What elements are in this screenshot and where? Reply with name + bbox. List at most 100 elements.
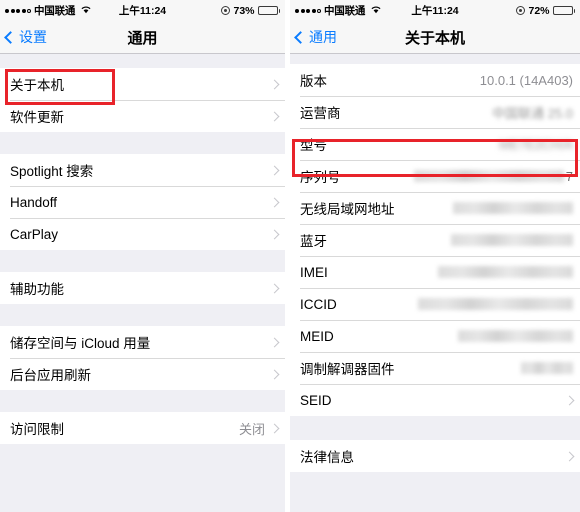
row-无线局域网地址[interactable]: 无线局域网地址	[290, 192, 580, 224]
redaction-bar	[413, 170, 564, 182]
chevron-left-icon	[294, 30, 307, 44]
screenshot-stage: 中国联通 上午11:24 73% 设置 通用 关于本机 软件更新 Spotlig…	[0, 0, 580, 512]
row-accessory	[458, 330, 573, 342]
redaction-bar	[521, 362, 573, 374]
row-辅助功能[interactable]: 辅助功能	[0, 272, 285, 304]
row-accessory: ME7E2CH/A	[499, 137, 573, 152]
left-battery-percent: 73%	[233, 4, 255, 17]
section-gap	[0, 304, 285, 326]
row-label: 运营商	[300, 106, 341, 121]
redaction-bar	[453, 202, 573, 214]
row-label: Spotlight 搜索	[10, 164, 94, 179]
location-icon	[516, 6, 526, 15]
section-gap	[0, 132, 285, 154]
right-phone-screen: 中国联通 上午11:24 72% 通用 关于本机 版本 10.0.1 (14A4…	[290, 0, 580, 512]
row-accessory	[269, 197, 280, 207]
chevron-left-icon	[4, 30, 17, 44]
battery-icon	[552, 6, 575, 15]
row-accessory	[453, 202, 573, 214]
row-型号[interactable]: 型号 ME7E2CH/A	[290, 128, 580, 160]
row-序列号[interactable]: 序列号 7	[290, 160, 580, 192]
row-label: 关于本机	[10, 78, 64, 93]
right-nav-bar: 通用 关于本机	[290, 21, 580, 54]
row-运营商[interactable]: 运营商 中国联通 25.0	[290, 96, 580, 128]
row-访问限制[interactable]: 访问限制 关闭	[0, 412, 285, 444]
redacted-value	[451, 234, 573, 246]
left-settings-list[interactable]: 关于本机软件更新 Spotlight 搜索 Handoff CarPlay 辅助功能储存…	[0, 54, 285, 512]
back-button-settings[interactable]: 设置	[4, 27, 47, 47]
redacted-value: 7	[413, 169, 573, 184]
left-status-bar: 中国联通 上午11:24 73%	[0, 0, 285, 21]
row-value: 关闭	[238, 421, 265, 437]
back-button-label: 通用	[309, 29, 337, 45]
redaction-bar	[438, 266, 573, 278]
right-status-bar: 中国联通 上午11:24 72%	[290, 0, 580, 21]
section-gap	[0, 444, 285, 504]
row-spotlight-搜索[interactable]: Spotlight 搜索	[0, 154, 285, 186]
redacted-value	[521, 362, 573, 374]
redaction-bar	[458, 330, 573, 342]
row-label: 储存空间与 iCloud 用量	[10, 336, 151, 351]
row-accessory	[564, 395, 575, 405]
back-button-general[interactable]: 通用	[294, 27, 337, 47]
section-gap	[0, 54, 285, 68]
settings-group: 储存空间与 iCloud 用量后台应用刷新	[0, 326, 285, 390]
row-accessory	[269, 111, 280, 121]
row-accessory: 中国联通 25.0	[492, 103, 573, 122]
row-储存空间与-icloud-用量[interactable]: 储存空间与 iCloud 用量	[0, 326, 285, 358]
carrier-name: 中国联通	[324, 5, 366, 17]
row-label: Handoff	[10, 194, 58, 210]
settings-group: 版本 10.0.1 (14A403) 运营商 中国联通 25.0 型号 ME7E2CH/A…	[290, 64, 580, 416]
battery-icon	[257, 6, 280, 15]
row-label: 调制解调器固件	[300, 362, 395, 377]
section-gap	[0, 390, 285, 412]
row-关于本机[interactable]: 关于本机	[0, 68, 285, 100]
left-nav-bar: 设置 通用	[0, 21, 285, 54]
row-accessory	[521, 362, 573, 374]
row-accessory	[269, 79, 280, 89]
row-value: 10.0.1 (14A403)	[479, 72, 573, 88]
row-accessory	[418, 298, 573, 310]
chevron-right-icon	[269, 165, 280, 175]
row-accessory: 10.0.1 (14A403)	[480, 73, 573, 88]
about-device-list[interactable]: 版本 10.0.1 (14A403) 运营商 中国联通 25.0 型号 ME7E2CH/A…	[290, 54, 580, 512]
row-seid[interactable]: SEID	[290, 384, 580, 416]
row-label: 无线局域网地址	[300, 202, 395, 217]
section-gap	[290, 472, 580, 512]
row-版本[interactable]: 版本 10.0.1 (14A403)	[290, 64, 580, 96]
row-meid[interactable]: MEID	[290, 320, 580, 352]
row-accessory: 关闭	[238, 419, 280, 438]
left-status-carrier-area: 中国联通	[5, 3, 92, 18]
row-软件更新[interactable]: 软件更新	[0, 100, 285, 132]
chevron-right-icon	[564, 451, 575, 461]
signal-strength-icon	[5, 8, 31, 13]
settings-group: 访问限制 关闭	[0, 412, 285, 444]
row-carplay[interactable]: CarPlay	[0, 218, 285, 250]
row-imei[interactable]: IMEI	[290, 256, 580, 288]
row-label: MEID	[300, 328, 334, 344]
row-label: 软件更新	[10, 110, 64, 125]
back-button-label: 设置	[19, 29, 47, 45]
chevron-right-icon	[269, 111, 280, 121]
row-value: ME7E2CH/A	[499, 136, 573, 152]
row-蓝牙[interactable]: 蓝牙	[290, 224, 580, 256]
row-label: IMEI	[300, 264, 328, 280]
row-iccid[interactable]: ICCID	[290, 288, 580, 320]
row-调制解调器固件[interactable]: 调制解调器固件	[290, 352, 580, 384]
row-accessory	[269, 283, 280, 293]
chevron-right-icon	[269, 229, 280, 239]
row-label: 版本	[300, 74, 327, 89]
wifi-icon	[370, 5, 382, 17]
row-accessory	[269, 337, 280, 347]
settings-group: 关于本机 软件更新	[0, 68, 285, 132]
row-accessory	[269, 165, 280, 175]
row-后台应用刷新[interactable]: 后台应用刷新	[0, 358, 285, 390]
section-gap	[290, 416, 580, 440]
row-value: 中国联通 25.0	[492, 105, 573, 121]
chevron-right-icon	[269, 423, 280, 433]
row-accessory	[451, 234, 573, 246]
chevron-right-icon	[269, 337, 280, 347]
row-法律信息[interactable]: 法律信息	[290, 440, 580, 472]
row-handoff[interactable]: Handoff	[0, 186, 285, 218]
section-gap	[0, 250, 285, 272]
